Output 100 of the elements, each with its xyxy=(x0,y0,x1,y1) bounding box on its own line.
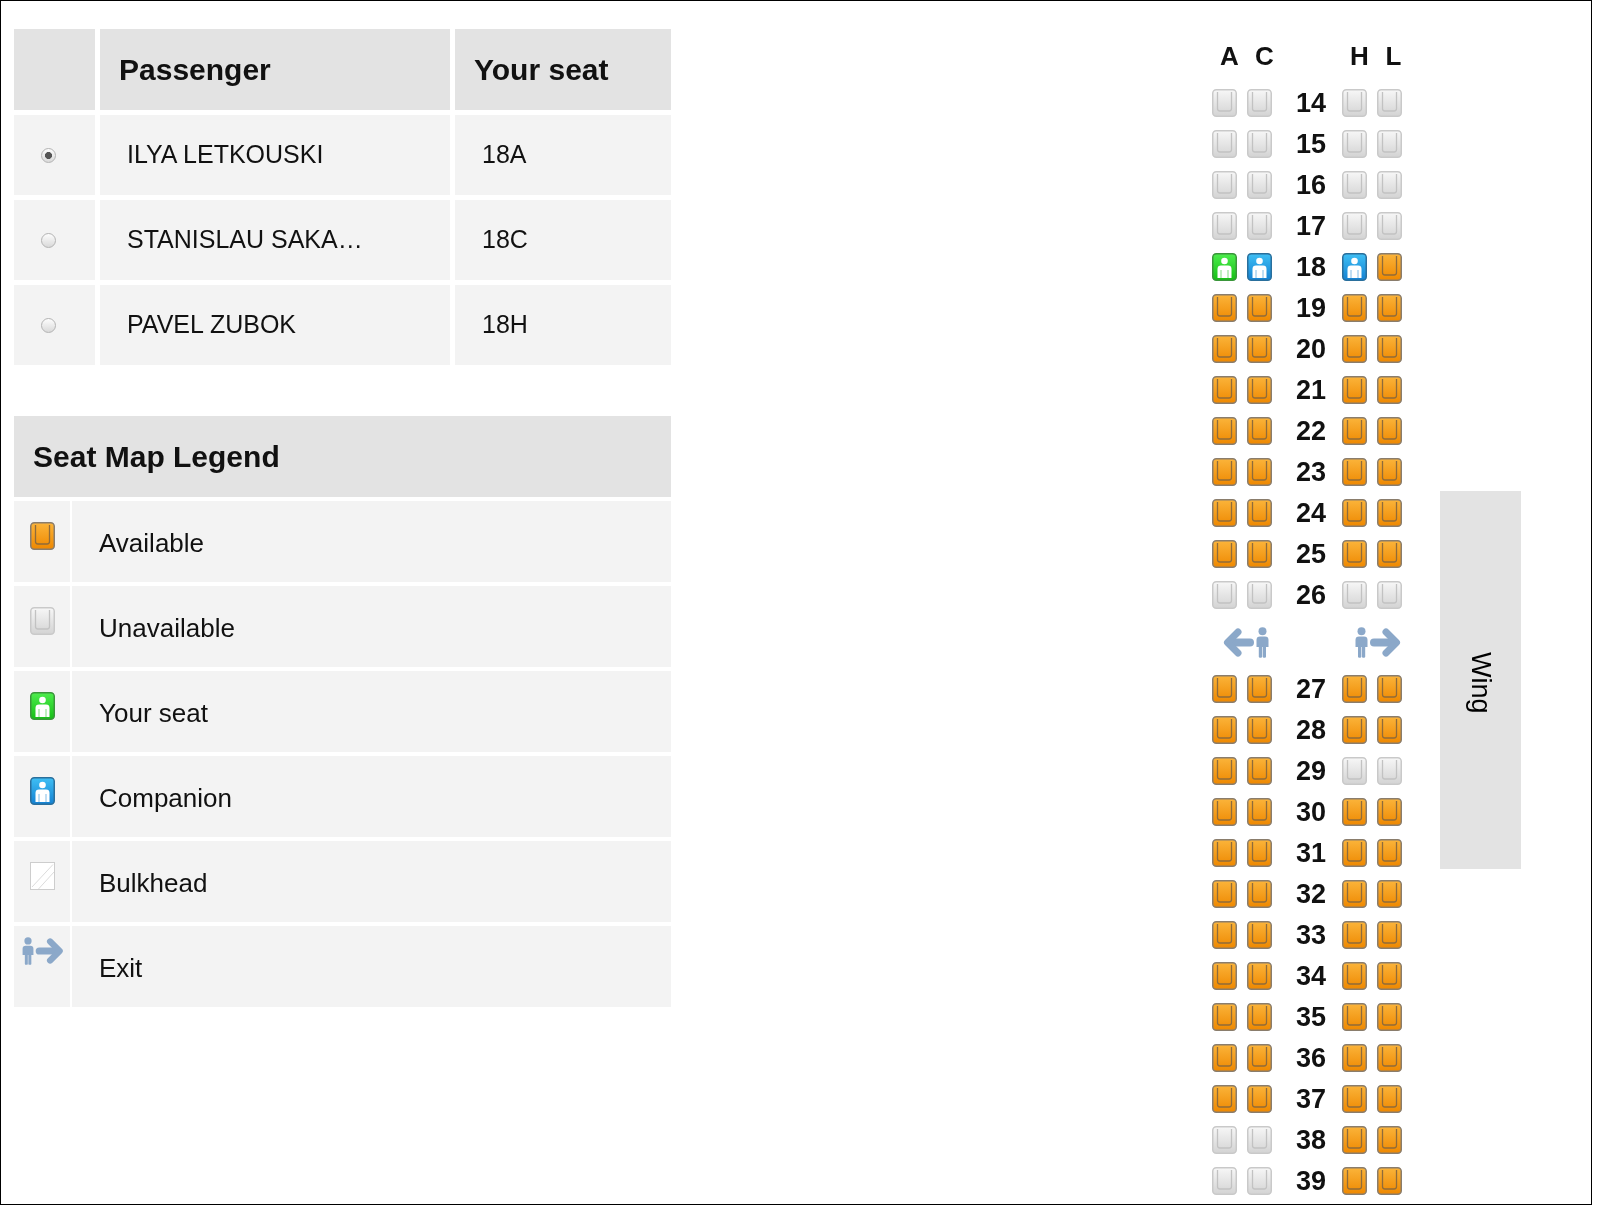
row-number: 16 xyxy=(1294,171,1327,199)
seat-icon[interactable] xyxy=(1377,880,1402,908)
seat-icon[interactable] xyxy=(1377,1003,1402,1031)
seat-icon[interactable] xyxy=(1247,798,1272,826)
seat-icon[interactable] xyxy=(1342,880,1367,908)
seat-icon[interactable] xyxy=(1342,716,1367,744)
seat-icon[interactable] xyxy=(1247,540,1272,568)
seat-icon[interactable] xyxy=(1377,1044,1402,1072)
seat-icon[interactable] xyxy=(1377,675,1402,703)
seat-icon[interactable] xyxy=(1212,1085,1237,1113)
seat-icon[interactable] xyxy=(1342,458,1367,486)
seat-icon[interactable] xyxy=(1342,1003,1367,1031)
row-number: 35 xyxy=(1294,1003,1327,1031)
seat-icon[interactable] xyxy=(1212,921,1237,949)
seat-icon[interactable] xyxy=(1377,540,1402,568)
seat-icon[interactable] xyxy=(1247,675,1272,703)
seat-icon[interactable] xyxy=(1212,1003,1237,1031)
seat-icon xyxy=(1377,89,1402,117)
row-number: 39 xyxy=(1294,1167,1327,1195)
person-seat-icon[interactable] xyxy=(1212,253,1237,281)
seat-icon[interactable] xyxy=(1342,675,1367,703)
seat-icon[interactable] xyxy=(1247,962,1272,990)
seat-icon[interactable] xyxy=(1212,376,1237,404)
seat-icon[interactable] xyxy=(1212,716,1237,744)
seat-icon[interactable] xyxy=(1342,376,1367,404)
seat-icon[interactable] xyxy=(1212,798,1237,826)
seat-icon[interactable] xyxy=(1377,798,1402,826)
seat-icon[interactable] xyxy=(1342,499,1367,527)
seat-icon[interactable] xyxy=(1212,540,1237,568)
seat-icon[interactable] xyxy=(1247,921,1272,949)
seat-icon[interactable] xyxy=(1342,1167,1367,1195)
seat-icon[interactable] xyxy=(1342,839,1367,867)
seat-icon[interactable] xyxy=(1377,962,1402,990)
hatched-square-icon xyxy=(29,862,55,890)
seat-icon[interactable] xyxy=(1247,757,1272,785)
row-number: 22 xyxy=(1294,417,1327,445)
radio-button[interactable] xyxy=(41,232,56,248)
person-seat-icon[interactable] xyxy=(1247,253,1272,281)
seat-icon[interactable] xyxy=(1342,335,1367,363)
seat-icon[interactable] xyxy=(1377,376,1402,404)
seat-icon[interactable] xyxy=(1377,253,1402,281)
seat-icon[interactable] xyxy=(1247,499,1272,527)
seat-icon[interactable] xyxy=(1247,294,1272,322)
seat-icon[interactable] xyxy=(1342,1044,1367,1072)
seat-icon[interactable] xyxy=(1377,335,1402,363)
row-number: 25 xyxy=(1294,540,1327,568)
seat-icon[interactable] xyxy=(1247,335,1272,363)
seat-icon[interactable] xyxy=(1212,839,1237,867)
radio-button[interactable] xyxy=(41,317,56,333)
seat-icon[interactable] xyxy=(1247,716,1272,744)
row-number: 15 xyxy=(1294,130,1327,158)
legend-label: Unavailable xyxy=(72,586,671,667)
seat-icon[interactable] xyxy=(1247,458,1272,486)
seat-icon[interactable] xyxy=(1212,880,1237,908)
seat-icon[interactable] xyxy=(1342,294,1367,322)
seat-icon[interactable] xyxy=(1212,499,1237,527)
seat-icon[interactable] xyxy=(1247,880,1272,908)
seat-icon[interactable] xyxy=(1377,921,1402,949)
seat-icon[interactable] xyxy=(1377,417,1402,445)
seat-icon[interactable] xyxy=(1377,716,1402,744)
table-cell: 18A xyxy=(455,115,671,195)
seat-icon[interactable] xyxy=(1212,675,1237,703)
seat-icon[interactable] xyxy=(1247,839,1272,867)
seat-icon[interactable] xyxy=(1212,962,1237,990)
seat-icon[interactable] xyxy=(1342,417,1367,445)
seat-icon[interactable] xyxy=(1377,1167,1402,1195)
seat-icon xyxy=(1342,581,1367,609)
seat-icon xyxy=(1247,89,1272,117)
table-cell: ILYA LETKOUSKI xyxy=(100,115,450,195)
seat-icon[interactable] xyxy=(1212,757,1237,785)
seat-icon[interactable] xyxy=(1377,1126,1402,1154)
seat-icon[interactable] xyxy=(1247,1044,1272,1072)
seat-icon xyxy=(1212,212,1237,240)
legend-label: Companion xyxy=(72,756,671,837)
seat-icon[interactable] xyxy=(1342,540,1367,568)
seat-icon[interactable] xyxy=(1342,798,1367,826)
table-cell: 18C xyxy=(455,200,671,280)
radio-button[interactable] xyxy=(41,147,56,163)
seat-icon[interactable] xyxy=(1342,921,1367,949)
seat-icon[interactable] xyxy=(1377,499,1402,527)
seat-icon[interactable] xyxy=(1212,335,1237,363)
seat-icon[interactable] xyxy=(1247,417,1272,445)
seat-icon[interactable] xyxy=(1342,962,1367,990)
exit-icon xyxy=(1222,626,1272,658)
seat-icon[interactable] xyxy=(1212,458,1237,486)
seat-icon[interactable] xyxy=(1342,1126,1367,1154)
seat-icon[interactable] xyxy=(1377,839,1402,867)
seat-icon[interactable] xyxy=(1212,417,1237,445)
seat-icon[interactable] xyxy=(1247,1085,1272,1113)
row-number: 24 xyxy=(1294,499,1327,527)
person-seat-icon[interactable] xyxy=(1342,253,1367,281)
seat-icon[interactable] xyxy=(1247,376,1272,404)
seat-icon[interactable] xyxy=(1212,1044,1237,1072)
seat-icon[interactable] xyxy=(1377,294,1402,322)
seat-icon[interactable] xyxy=(1377,458,1402,486)
seat-icon[interactable] xyxy=(1212,294,1237,322)
column-letter: H xyxy=(1349,41,1367,73)
seat-icon[interactable] xyxy=(1342,1085,1367,1113)
seat-icon[interactable] xyxy=(1247,1003,1272,1031)
seat-icon[interactable] xyxy=(1377,1085,1402,1113)
